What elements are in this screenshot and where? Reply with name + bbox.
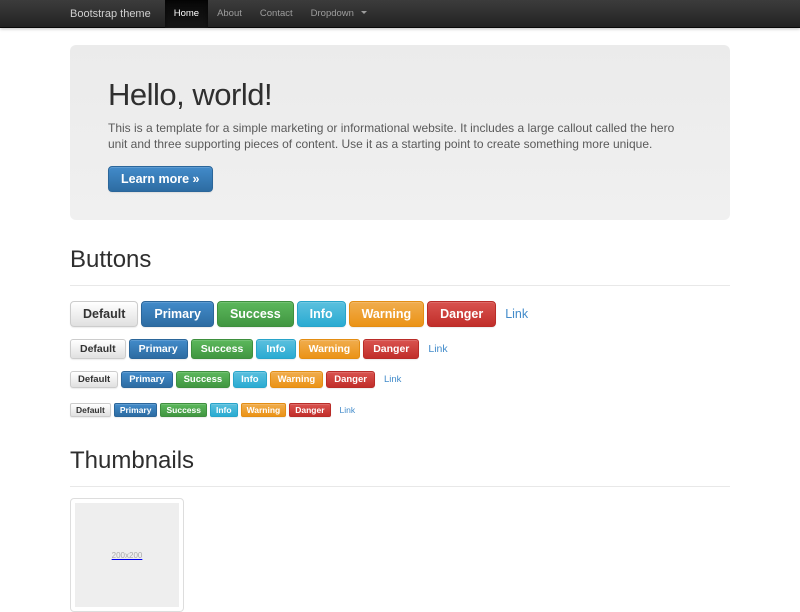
info-button-xs[interactable]: Info — [210, 403, 238, 417]
button-row-md: DefaultPrimarySuccessInfoWarningDanger Li… — [70, 339, 730, 359]
default-button-lg[interactable]: Default — [70, 301, 138, 327]
navbar-menu: HomeAboutContactDropdown — [165, 0, 376, 28]
buttons-section-divider — [70, 285, 730, 286]
link-button-sm[interactable]: Link — [384, 374, 401, 385]
warning-button-xs[interactable]: Warning — [241, 403, 287, 417]
buttons-section-title: Buttons — [70, 246, 730, 273]
primary-button-sm[interactable]: Primary — [121, 371, 172, 388]
button-rows: DefaultPrimarySuccessInfoWarningDangerLi… — [70, 301, 730, 419]
info-button-sm[interactable]: Info — [233, 371, 266, 388]
primary-button-md[interactable]: Primary — [129, 339, 188, 359]
default-button-sm[interactable]: Default — [70, 371, 118, 388]
info-button-lg[interactable]: Info — [297, 301, 346, 327]
hero-title: Hello, world! — [108, 78, 692, 112]
danger-button-lg[interactable]: Danger — [427, 301, 496, 327]
success-button-xs[interactable]: Success — [160, 403, 207, 417]
button-row-sm: DefaultPrimarySuccessInfoWarningDanger Li… — [70, 371, 730, 389]
page-container: Hello, world! This is a template for a s… — [70, 45, 730, 612]
button-row-xs: DefaultPrimarySuccessInfoWarningDanger Li… — [70, 401, 730, 419]
nav-link-home[interactable]: Home — [165, 0, 208, 28]
nav-link-about[interactable]: About — [208, 0, 251, 28]
nav-item-dropdown: Dropdown — [302, 0, 376, 28]
nav-link-contact[interactable]: Contact — [251, 0, 302, 28]
thumbnails-section-divider — [70, 486, 730, 487]
thumbnail-placeholder-image: 200x200 — [75, 503, 179, 607]
warning-button-lg[interactable]: Warning — [349, 301, 425, 327]
danger-button-xs[interactable]: Danger — [289, 403, 330, 417]
link-button-md[interactable]: Link — [428, 343, 447, 355]
thumbnail-link[interactable]: 200x200 — [70, 498, 184, 612]
warning-button-sm[interactable]: Warning — [270, 371, 324, 388]
success-button-md[interactable]: Success — [191, 339, 254, 359]
default-button-xs[interactable]: Default — [70, 403, 111, 417]
info-button-md[interactable]: Info — [256, 339, 295, 359]
danger-button-md[interactable]: Danger — [363, 339, 419, 359]
navbar: Bootstrap theme HomeAboutContactDropdown — [0, 0, 800, 28]
success-button-sm[interactable]: Success — [176, 371, 231, 388]
link-button-lg[interactable]: Link — [505, 307, 528, 321]
hero-unit: Hello, world! This is a template for a s… — [70, 45, 730, 220]
warning-button-md[interactable]: Warning — [299, 339, 361, 359]
default-button-md[interactable]: Default — [70, 339, 126, 359]
primary-button-xs[interactable]: Primary — [114, 403, 158, 417]
nav-item-contact: Contact — [251, 0, 302, 28]
caret-down-icon — [361, 11, 367, 14]
navbar-brand[interactable]: Bootstrap theme — [70, 0, 151, 28]
nav-item-home: Home — [165, 0, 208, 28]
hero-description: This is a template for a simple marketin… — [108, 121, 692, 152]
navbar-inner: Bootstrap theme HomeAboutContactDropdown — [70, 0, 730, 28]
button-row-lg: DefaultPrimarySuccessInfoWarningDanger Li… — [70, 301, 730, 327]
danger-button-sm[interactable]: Danger — [326, 371, 375, 388]
success-button-lg[interactable]: Success — [217, 301, 294, 327]
nav-item-about: About — [208, 0, 251, 28]
thumbnails-section-title: Thumbnails — [70, 447, 730, 474]
learn-more-button[interactable]: Learn more » — [108, 166, 213, 192]
link-button-xs[interactable]: Link — [340, 405, 356, 415]
primary-button-lg[interactable]: Primary — [141, 301, 214, 327]
nav-link-dropdown[interactable]: Dropdown — [302, 0, 376, 28]
